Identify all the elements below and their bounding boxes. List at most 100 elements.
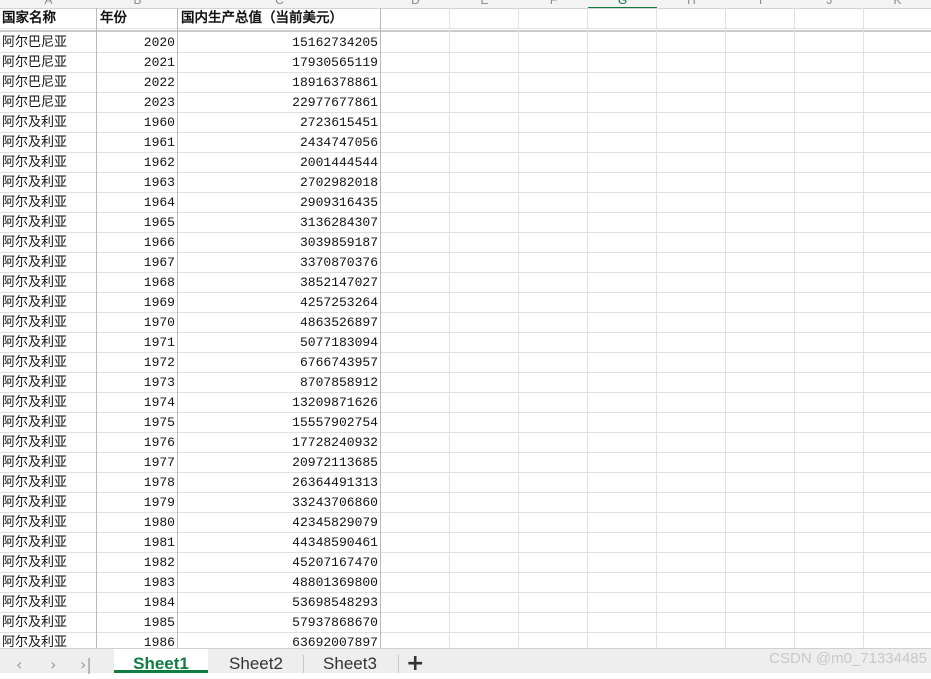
cell-gdp[interactable]: 26364491313 bbox=[178, 472, 380, 492]
cell-country[interactable]: 阿尔及利亚 bbox=[0, 512, 96, 532]
cell-gdp[interactable]: 18916378861 bbox=[178, 72, 380, 92]
cell-country[interactable]: 阿尔及利亚 bbox=[0, 472, 96, 492]
cell-year[interactable]: 1965 bbox=[97, 212, 177, 232]
cell-year[interactable]: 2022 bbox=[97, 72, 177, 92]
cell-year[interactable]: 2023 bbox=[97, 92, 177, 112]
cell-country[interactable]: 阿尔及利亚 bbox=[0, 352, 96, 372]
column-letter-i[interactable]: I bbox=[726, 0, 795, 7]
tab-sheet3[interactable]: Sheet3 bbox=[304, 649, 396, 673]
header-cell-gdp[interactable]: 国内生产总值（当前美元） bbox=[178, 8, 380, 28]
cell-year[interactable]: 1966 bbox=[97, 232, 177, 252]
cell-year[interactable]: 1974 bbox=[97, 392, 177, 412]
cell-gdp[interactable]: 20972113685 bbox=[178, 452, 380, 472]
cell-country[interactable]: 阿尔及利亚 bbox=[0, 252, 96, 272]
cell-year[interactable]: 1981 bbox=[97, 532, 177, 552]
cell-country[interactable]: 阿尔及利亚 bbox=[0, 152, 96, 172]
cell-country[interactable]: 阿尔及利亚 bbox=[0, 112, 96, 132]
cell-country[interactable]: 阿尔巴尼亚 bbox=[0, 32, 96, 52]
prev-sheet-icon[interactable]: ‹ bbox=[16, 655, 22, 675]
cell-year[interactable]: 1960 bbox=[97, 112, 177, 132]
cell-year[interactable]: 1963 bbox=[97, 172, 177, 192]
cell-gdp[interactable]: 17728240932 bbox=[178, 432, 380, 452]
cell-gdp[interactable]: 15162734205 bbox=[178, 32, 380, 52]
cell-country[interactable]: 阿尔及利亚 bbox=[0, 172, 96, 192]
cell-gdp[interactable]: 4863526897 bbox=[178, 312, 380, 332]
cell-country[interactable]: 阿尔及利亚 bbox=[0, 432, 96, 452]
cell-gdp[interactable]: 8707858912 bbox=[178, 372, 380, 392]
cell-year[interactable]: 1983 bbox=[97, 572, 177, 592]
cell-year[interactable]: 1971 bbox=[97, 332, 177, 352]
cell-year[interactable]: 1979 bbox=[97, 492, 177, 512]
cell-country[interactable]: 阿尔巴尼亚 bbox=[0, 52, 96, 72]
column-letter-d[interactable]: D bbox=[381, 0, 450, 7]
cell-country[interactable]: 阿尔及利亚 bbox=[0, 552, 96, 572]
cell-year[interactable]: 1984 bbox=[97, 592, 177, 612]
cell-country[interactable]: 阿尔及利亚 bbox=[0, 532, 96, 552]
cell-gdp[interactable]: 2702982018 bbox=[178, 172, 380, 192]
cell-country[interactable]: 阿尔及利亚 bbox=[0, 452, 96, 472]
tab-sheet2[interactable]: Sheet2 bbox=[210, 649, 302, 673]
cell-gdp[interactable]: 4257253264 bbox=[178, 292, 380, 312]
cell-year[interactable]: 1962 bbox=[97, 152, 177, 172]
column-letter-f[interactable]: F bbox=[519, 0, 588, 7]
cell-gdp[interactable]: 45207167470 bbox=[178, 552, 380, 572]
cell-year[interactable]: 1967 bbox=[97, 252, 177, 272]
cell-country[interactable]: 阿尔及利亚 bbox=[0, 492, 96, 512]
cell-country[interactable]: 阿尔及利亚 bbox=[0, 232, 96, 252]
cell-year[interactable]: 1972 bbox=[97, 352, 177, 372]
cell-country[interactable]: 阿尔及利亚 bbox=[0, 612, 96, 632]
cell-gdp[interactable]: 3370870376 bbox=[178, 252, 380, 272]
cell-gdp[interactable]: 3039859187 bbox=[178, 232, 380, 252]
cell-country[interactable]: 阿尔及利亚 bbox=[0, 292, 96, 312]
cell-gdp[interactable]: 53698548293 bbox=[178, 592, 380, 612]
cell-gdp[interactable]: 2434747056 bbox=[178, 132, 380, 152]
cell-gdp[interactable]: 42345829079 bbox=[178, 512, 380, 532]
cell-year[interactable]: 2020 bbox=[97, 32, 177, 52]
cell-country[interactable]: 阿尔及利亚 bbox=[0, 212, 96, 232]
cell-gdp[interactable]: 33243706860 bbox=[178, 492, 380, 512]
cell-year[interactable]: 1985 bbox=[97, 612, 177, 632]
column-letter-j[interactable]: J bbox=[795, 0, 864, 7]
cell-gdp[interactable]: 17930565119 bbox=[178, 52, 380, 72]
cell-country[interactable]: 阿尔及利亚 bbox=[0, 392, 96, 412]
header-cell-year[interactable]: 年份 bbox=[97, 8, 177, 28]
cell-year[interactable]: 1977 bbox=[97, 452, 177, 472]
cell-gdp[interactable]: 44348590461 bbox=[178, 532, 380, 552]
cell-country[interactable]: 阿尔及利亚 bbox=[0, 132, 96, 152]
cell-year[interactable]: 2021 bbox=[97, 52, 177, 72]
cell-gdp[interactable]: 2723615451 bbox=[178, 112, 380, 132]
column-letter-b[interactable]: B bbox=[97, 0, 178, 7]
header-cell-country[interactable]: 国家名称 bbox=[0, 8, 96, 28]
column-letter-a[interactable]: A bbox=[0, 0, 97, 7]
cell-gdp[interactable]: 5077183094 bbox=[178, 332, 380, 352]
cell-year[interactable]: 1970 bbox=[97, 312, 177, 332]
column-letter-h[interactable]: H bbox=[657, 0, 726, 7]
next-sheet-icon[interactable]: › bbox=[50, 655, 56, 675]
cell-gdp[interactable]: 57937868670 bbox=[178, 612, 380, 632]
last-sheet-icon[interactable]: ›| bbox=[80, 655, 92, 675]
cell-country[interactable]: 阿尔及利亚 bbox=[0, 332, 96, 352]
cell-year[interactable]: 1964 bbox=[97, 192, 177, 212]
column-letter-c[interactable]: C bbox=[178, 0, 381, 7]
cell-country[interactable]: 阿尔及利亚 bbox=[0, 192, 96, 212]
cell-year[interactable]: 1975 bbox=[97, 412, 177, 432]
cell-country[interactable]: 阿尔巴尼亚 bbox=[0, 92, 96, 112]
cell-year[interactable]: 1980 bbox=[97, 512, 177, 532]
tab-sheet1[interactable]: Sheet1 bbox=[114, 649, 208, 673]
cell-year[interactable]: 1982 bbox=[97, 552, 177, 572]
cell-gdp[interactable]: 48801369800 bbox=[178, 572, 380, 592]
cell-year[interactable]: 1961 bbox=[97, 132, 177, 152]
cell-year[interactable]: 1976 bbox=[97, 432, 177, 452]
cell-year[interactable]: 1969 bbox=[97, 292, 177, 312]
cell-gdp[interactable]: 22977677861 bbox=[178, 92, 380, 112]
cell-country[interactable]: 阿尔及利亚 bbox=[0, 572, 96, 592]
column-letter-e[interactable]: E bbox=[450, 0, 519, 7]
cell-country[interactable]: 阿尔及利亚 bbox=[0, 312, 96, 332]
cell-gdp[interactable]: 2909316435 bbox=[178, 192, 380, 212]
cell-country[interactable]: 阿尔及利亚 bbox=[0, 372, 96, 392]
cell-gdp[interactable]: 3852147027 bbox=[178, 272, 380, 292]
cell-country[interactable]: 阿尔及利亚 bbox=[0, 592, 96, 612]
cell-country[interactable]: 阿尔及利亚 bbox=[0, 272, 96, 292]
cell-gdp[interactable]: 2001444544 bbox=[178, 152, 380, 172]
cell-year[interactable]: 1973 bbox=[97, 372, 177, 392]
